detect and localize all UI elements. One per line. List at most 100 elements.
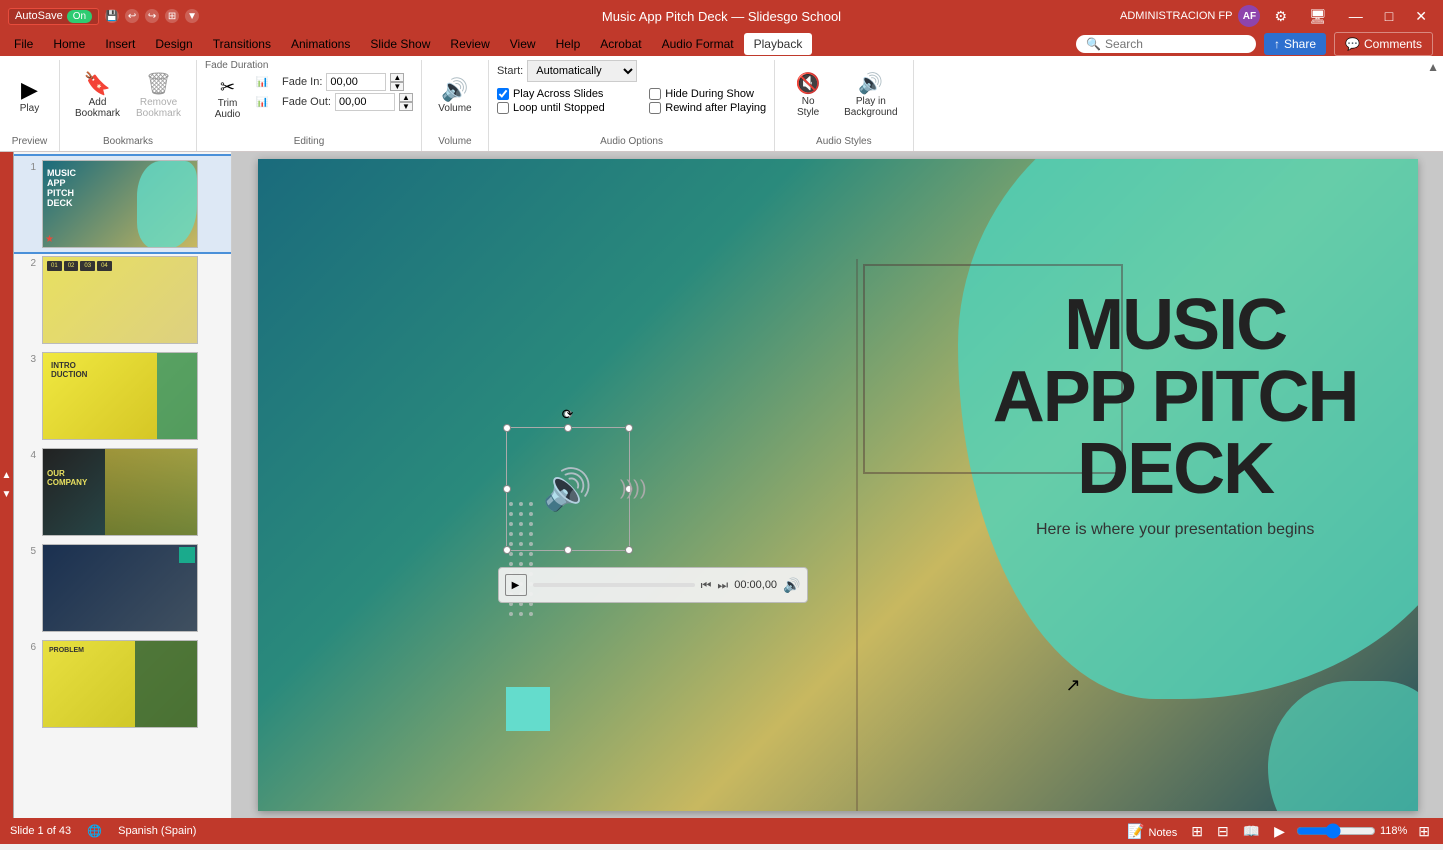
slide-thumb-4[interactable]: 4 OURCOMPANY	[14, 444, 231, 540]
fadein-down[interactable]: ▼	[390, 82, 404, 91]
autosave-toggle[interactable]: On	[67, 10, 92, 23]
admin-label: ADMINISTRACION FP	[1120, 10, 1232, 22]
menu-review[interactable]: Review	[440, 33, 499, 55]
normal-view-button[interactable]: ⊞	[1188, 823, 1206, 840]
menu-home[interactable]: Home	[43, 33, 95, 55]
green-square	[506, 687, 550, 731]
audio-volume-button[interactable]: 🔊	[783, 577, 800, 594]
menu-audio-format[interactable]: Audio Format	[652, 33, 744, 55]
notes-label: Notes	[1149, 827, 1178, 839]
menu-playback[interactable]: Playback	[744, 33, 813, 55]
display-button[interactable]: 🖥	[1301, 0, 1335, 32]
menu-acrobat[interactable]: Acrobat	[590, 33, 651, 55]
volume-button[interactable]: 🔊 Volume	[430, 74, 480, 119]
panel-scroll-down[interactable]: ▼	[1, 489, 12, 500]
slideshow-button[interactable]: ▶	[1271, 823, 1288, 840]
zoom-slider[interactable]	[1296, 825, 1376, 837]
play-across-checkbox[interactable]	[497, 88, 509, 100]
slide-thumb-2[interactable]: 2 01 02 03 04	[14, 252, 231, 348]
loop-checkbox[interactable]	[497, 102, 509, 114]
slide-info: Slide 1 of 43	[10, 825, 71, 837]
audio-speaker-icon[interactable]: 🔊	[507, 428, 629, 550]
comments-label: Comments	[1364, 37, 1422, 51]
no-style-button[interactable]: 🔇 No Style	[783, 69, 833, 123]
search-box[interactable]: 🔍	[1076, 35, 1256, 53]
play-button[interactable]: ▶ Play	[10, 74, 50, 119]
menu-transitions[interactable]: Transitions	[203, 33, 281, 55]
language[interactable]: Spanish (Spain)	[118, 825, 196, 837]
menu-slideshow[interactable]: Slide Show	[360, 33, 440, 55]
menu-design[interactable]: Design	[145, 33, 202, 55]
slide-num-2: 2	[22, 256, 36, 269]
remove-bookmark-button[interactable]: 🗑 Remove Bookmark	[129, 68, 188, 124]
zoom-level: 118%	[1380, 825, 1407, 837]
ribbon-collapse-button[interactable]: ▲	[1427, 60, 1439, 74]
bookmarks-group-label: Bookmarks	[103, 132, 153, 147]
minimize-button[interactable]: —	[1341, 0, 1371, 32]
ribbon-group-editing: Fade Duration ✂ Trim Audio 📊 Fade In: ▲ …	[197, 60, 422, 151]
audio-forward-button[interactable]: ⏭	[717, 578, 728, 593]
slide-canvas-area: MUSIC APP PITCH DECK Here is where your …	[232, 152, 1443, 818]
trim-label: Trim Audio	[215, 98, 241, 120]
main-layout: ▲ ▼ 1 MUSICAPPPITCHDECK ★ 2 01 02 03 04	[0, 152, 1443, 818]
fadein-up[interactable]: ▲	[390, 73, 404, 82]
close-button[interactable]: ✕	[1407, 0, 1435, 32]
avatar[interactable]: AF	[1238, 5, 1260, 27]
slide-sorter-button[interactable]: ⊟	[1214, 823, 1232, 840]
share-icon: ↑	[1274, 37, 1280, 51]
slide-thumb-5[interactable]: 5	[14, 540, 231, 636]
layout-button[interactable]: ⊞	[165, 9, 179, 23]
fadeout-down[interactable]: ▼	[399, 102, 413, 111]
start-select[interactable]: Automatically On Click When Clicked On	[527, 60, 637, 82]
customize-button[interactable]: ▼	[185, 9, 199, 23]
fadein-bar-icon: 📊	[256, 77, 278, 88]
fadeout-spinner[interactable]: ▲ ▼	[399, 93, 413, 111]
fadeout-input[interactable]	[335, 93, 395, 111]
menu-animations[interactable]: Animations	[281, 33, 360, 55]
fadein-label: Fade In:	[282, 76, 322, 88]
hide-checkbox[interactable]	[649, 88, 661, 100]
notes-button[interactable]: 📝 Notes	[1124, 823, 1180, 840]
trim-audio-button[interactable]: ✂ Trim Audio	[205, 73, 250, 125]
slide-thumb-6[interactable]: 6 PROBLEM	[14, 636, 231, 732]
slide-num-3: 3	[22, 352, 36, 365]
add-bookmark-button[interactable]: 🔖 Add Bookmark	[68, 68, 127, 124]
reading-view-button[interactable]: 📖	[1240, 823, 1263, 840]
fade-duration-label: Fade Duration	[205, 60, 268, 73]
audio-progress-bar[interactable]	[533, 583, 695, 587]
document-title: Music App Pitch Deck — Slidesgo School	[365, 9, 1079, 24]
settings-button[interactable]: ⚙	[1266, 0, 1295, 32]
redo-button[interactable]: ↪	[145, 9, 159, 23]
rotate-icon: ⟳	[562, 406, 574, 423]
fadein-input[interactable]	[326, 73, 386, 91]
slide-thumb-1[interactable]: 1 MUSICAPPPITCHDECK ★	[14, 156, 231, 252]
search-input[interactable]	[1105, 37, 1235, 51]
slide-num-6: 6	[22, 640, 36, 653]
rewind-checkbox[interactable]	[649, 102, 661, 114]
menu-view[interactable]: View	[500, 33, 546, 55]
slide-img-5	[42, 544, 198, 632]
fit-button[interactable]: ⊞	[1415, 823, 1433, 840]
volume-label: Volume	[438, 103, 471, 114]
bookmark-add-icon: 🔖	[84, 73, 111, 95]
play-bg-button[interactable]: 🔊 Play in Background	[837, 69, 904, 123]
audio-play-button[interactable]: ▶	[505, 574, 527, 596]
play-bg-icon: 🔊	[858, 74, 883, 94]
slide-num-4: 4	[22, 448, 36, 461]
fadeout-up[interactable]: ▲	[399, 93, 413, 102]
audio-rewind-button[interactable]: ⏮	[701, 578, 712, 593]
fadein-spinner[interactable]: ▲ ▼	[390, 73, 404, 91]
save-button[interactable]: 💾	[105, 9, 119, 23]
no-style-label: No Style	[797, 96, 819, 118]
comments-button[interactable]: 💬 Comments	[1334, 32, 1433, 56]
slide-thumb-3[interactable]: 3 INTRODUCTION	[14, 348, 231, 444]
share-button[interactable]: ↑ Share	[1264, 33, 1326, 55]
undo-button[interactable]: ↩	[125, 9, 139, 23]
menu-file[interactable]: File	[4, 33, 43, 55]
panel-scroll-up[interactable]: ▲	[1, 470, 12, 481]
audio-options-group-label: Audio Options	[600, 132, 663, 147]
menu-insert[interactable]: Insert	[95, 33, 145, 55]
start-label: Start:	[497, 65, 523, 77]
maximize-button[interactable]: □	[1377, 0, 1401, 32]
menu-help[interactable]: Help	[546, 33, 591, 55]
